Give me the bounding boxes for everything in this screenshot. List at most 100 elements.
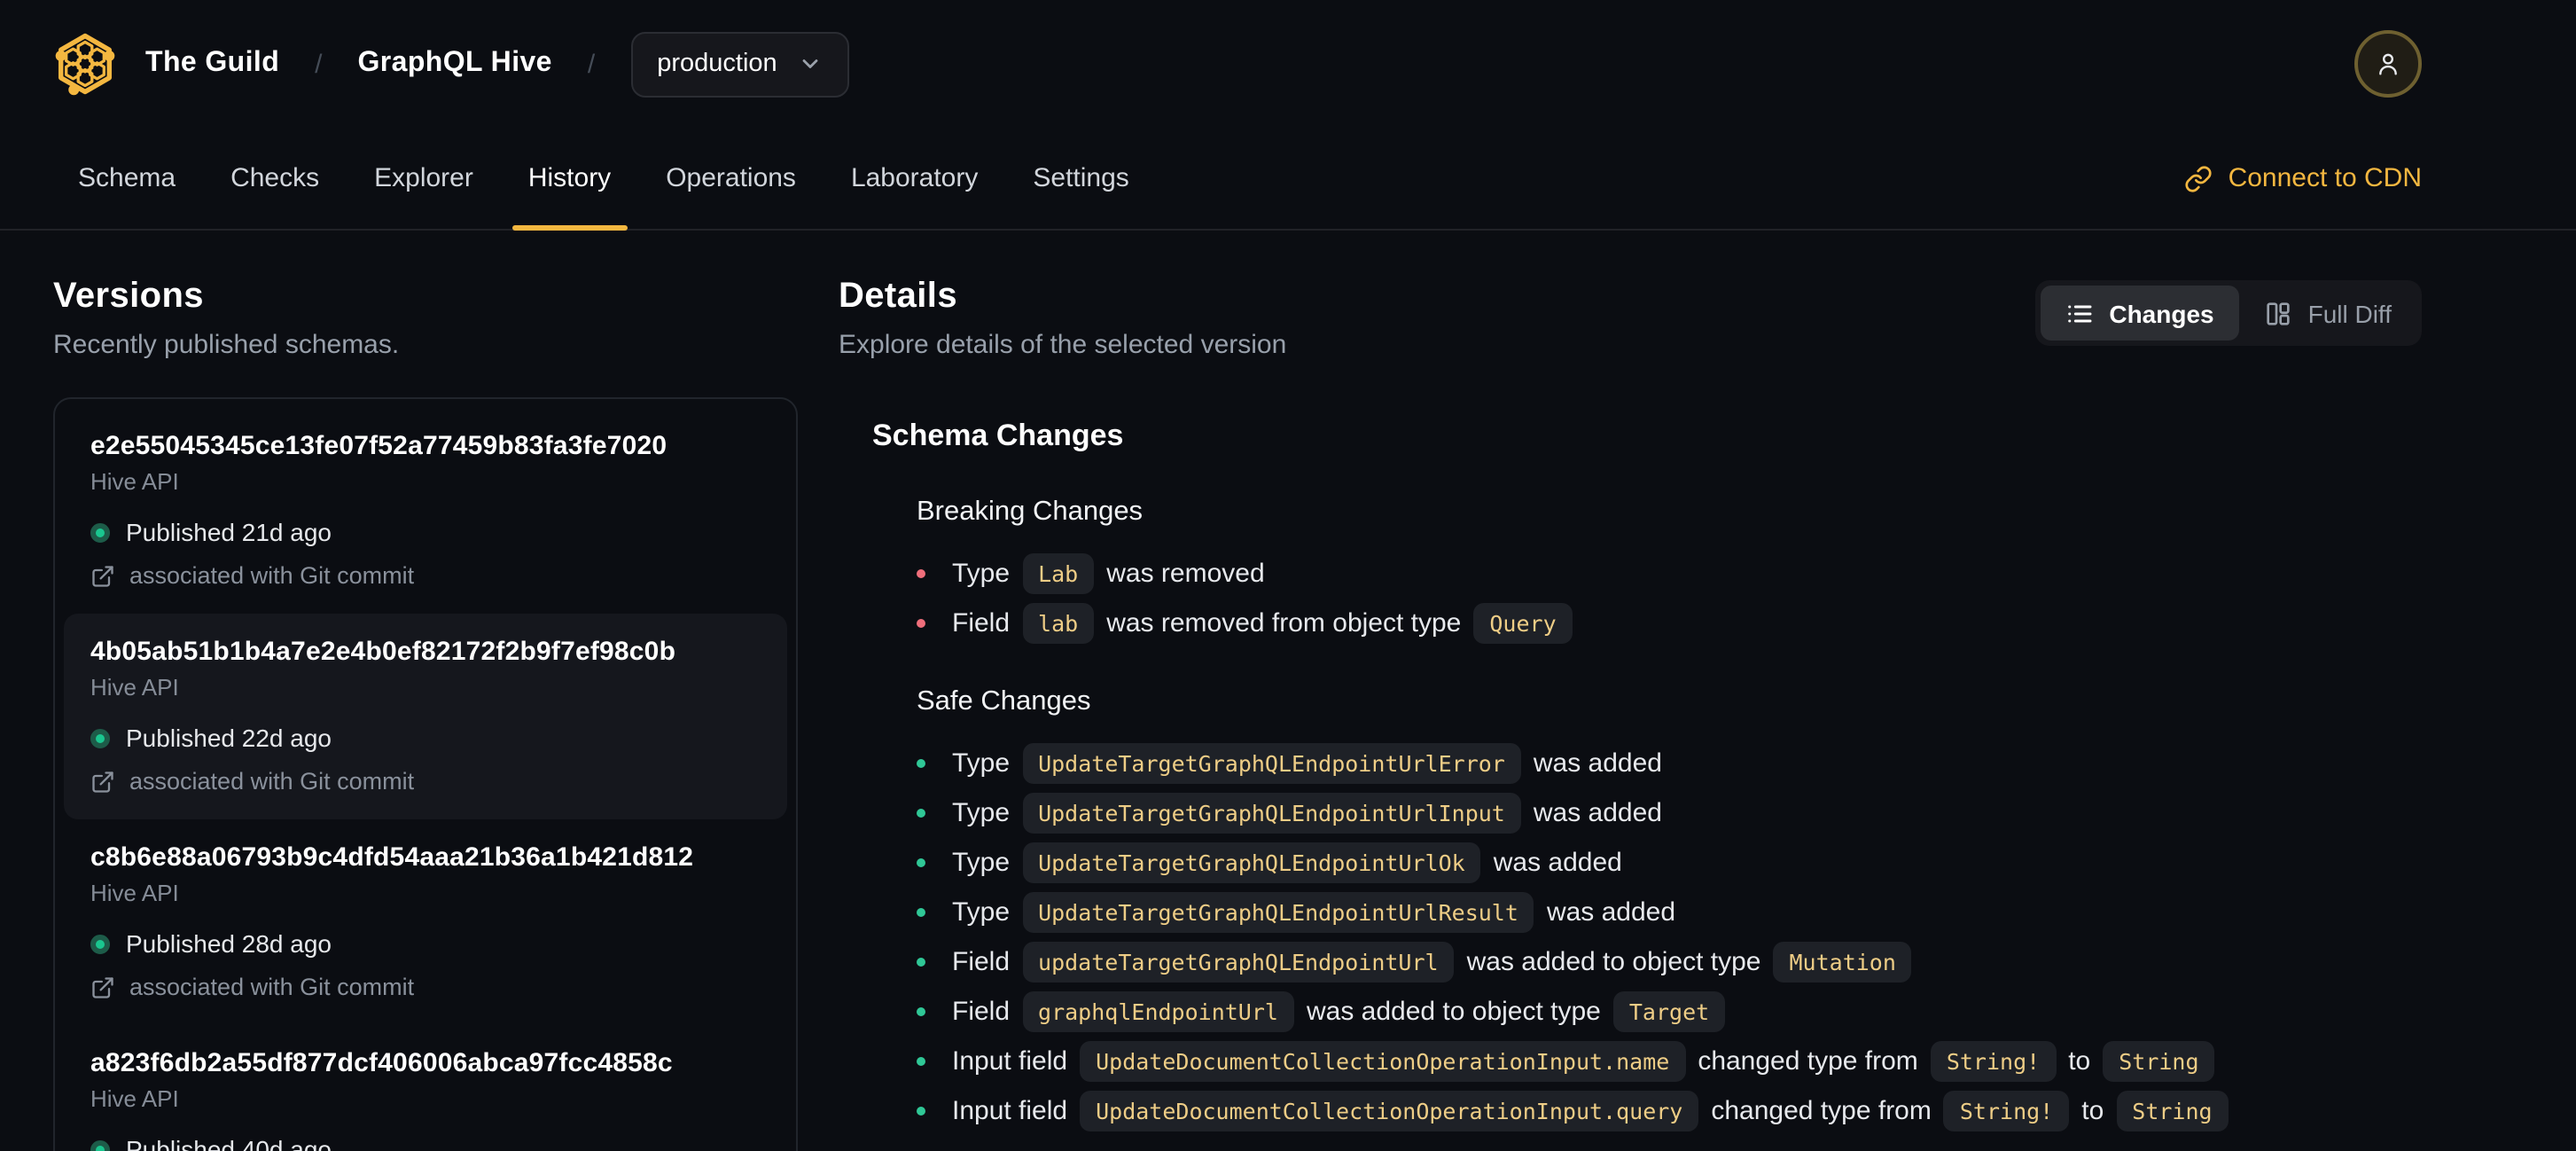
change-row: Type UpdateTargetGraphQLEndpointUrlResult… <box>917 890 2422 933</box>
status-dot <box>90 728 110 748</box>
safe-changes-title: Safe Changes <box>917 686 1091 716</box>
tab-schema[interactable]: Schema <box>62 128 191 229</box>
change-text: Input field <box>952 1045 1068 1076</box>
target-selector-value: production <box>657 50 777 78</box>
change-row: Field updateTargetGraphQLEndpointUrl was a… <box>917 940 2422 983</box>
change-bullet <box>917 1006 925 1015</box>
change-bullet <box>917 1056 925 1065</box>
version-item[interactable]: e2e55045345ce13fe07f52a77459b83fa3fe7020… <box>64 408 787 614</box>
tab-checks[interactable]: Checks <box>215 128 335 229</box>
breadcrumb-separator: / <box>587 49 596 79</box>
details-header: Details Explore details of the selected … <box>839 277 2422 360</box>
versions-subtitle: Recently published schemas. <box>53 330 400 360</box>
version-hash: e2e55045345ce13fe07f52a77459b83fa3fe7020 <box>90 431 667 461</box>
tab-operations[interactable]: Operations <box>650 128 812 229</box>
change-text: Field <box>952 996 1011 1026</box>
change-row: Type UpdateTargetGraphQLEndpointUrlInput w… <box>917 791 2422 834</box>
connect-cdn-link[interactable]: Connect to CDN <box>2184 128 2422 229</box>
change-text: was added <box>1533 748 1662 778</box>
target-selector[interactable]: production <box>630 31 850 97</box>
change-text: Input field <box>952 1095 1068 1125</box>
external-link-icon <box>90 769 115 794</box>
tab-explorer[interactable]: Explorer <box>358 128 489 229</box>
change-bullet <box>917 808 925 817</box>
tabs-container: Schema Checks Explorer History Operations Lab… <box>62 128 1145 231</box>
status-dot <box>90 522 110 542</box>
status-dot <box>90 1139 110 1151</box>
git-commit-link[interactable]: associated with Git commit <box>90 562 761 589</box>
top-header: The Guild / GraphQL Hive / production <box>0 0 2576 128</box>
change-text: Type <box>952 847 1011 877</box>
change-row: Field graphqlEndpointUrl was added to obje… <box>917 990 2422 1032</box>
code-chip: String! <box>1943 1090 2070 1131</box>
tab-laboratory[interactable]: Laboratory <box>835 128 994 229</box>
hive-logo-icon[interactable] <box>53 28 117 99</box>
user-menu-button[interactable] <box>2354 30 2422 98</box>
change-text: to <box>2068 1045 2091 1076</box>
main-content: Versions Recently published schemas. e2e… <box>0 231 2576 1151</box>
git-commit-link[interactable]: associated with Git commit <box>90 974 761 1000</box>
status-dot <box>90 934 110 953</box>
view-toggle-group: Changes Full Diff <box>2034 280 2422 346</box>
code-chip: String! <box>1930 1040 2057 1081</box>
change-text: was removed from object type <box>1106 607 1462 638</box>
version-item[interactable]: a823f6db2a55df877dcf406006abca97fcc4858c… <box>64 1025 787 1151</box>
code-chip: UpdateTargetGraphQLEndpointUrlError <box>1022 742 1521 783</box>
code-chip: String <box>2116 1090 2229 1131</box>
code-chip: UpdateTargetGraphQLEndpointUrlResult <box>1022 891 1534 932</box>
versions-panel: Versions Recently published schemas. e2e… <box>53 231 798 1151</box>
code-chip: UpdateTargetGraphQLEndpointUrlInput <box>1022 792 1521 833</box>
published-status: Published 28d ago <box>90 929 761 958</box>
versions-title: Versions <box>53 277 204 316</box>
code-chip: Mutation <box>1773 941 1912 982</box>
breaking-changes-group: Breaking Changes Type Lab was removed Field l… <box>872 497 2422 644</box>
details-panel: Details Explore details of the selected … <box>839 231 2422 1151</box>
published-text: Published 22d ago <box>126 724 332 752</box>
change-text: was added <box>1493 847 1622 877</box>
change-bullet <box>917 568 925 577</box>
version-item[interactable]: c8b6e88a06793b9c4dfd54aaa21b36a1b421d812… <box>64 819 787 1025</box>
code-chip: updateTargetGraphQLEndpointUrl <box>1022 941 1455 982</box>
details-title: Details <box>839 277 957 316</box>
changes-view-button[interactable]: Changes <box>2040 286 2239 341</box>
code-chip: UpdateDocumentCollectionOperationInput.q… <box>1080 1090 1699 1131</box>
change-text: was added <box>1533 797 1662 827</box>
full-diff-view-button[interactable]: Full Diff <box>2239 286 2416 341</box>
change-bullet <box>917 857 925 866</box>
breadcrumb-project[interactable]: GraphQL Hive <box>358 48 552 80</box>
change-row: Field lab was removed from object type Quer… <box>917 601 2422 644</box>
change-text: Type <box>952 897 1011 927</box>
breaking-changes-title: Breaking Changes <box>917 497 1144 527</box>
published-status: Published 40d ago <box>90 1135 761 1151</box>
tab-history[interactable]: History <box>511 128 627 231</box>
full-diff-view-label: Full Diff <box>2307 299 2392 327</box>
change-text: was added <box>1546 897 1676 927</box>
code-chip: UpdateDocumentCollectionOperationInput.n… <box>1080 1040 1686 1081</box>
split-panels-icon <box>2264 299 2292 327</box>
code-chip: String <box>2103 1040 2215 1081</box>
change-text: Type <box>952 748 1011 778</box>
tab-bar: Schema Checks Explorer History Operations Lab… <box>0 128 2576 231</box>
change-bullet <box>917 907 925 916</box>
change-text: Type <box>952 797 1011 827</box>
version-service: Hive API <box>90 1085 179 1112</box>
version-item[interactable]: 4b05ab51b1b4a7e2e4b0ef82172f2b9f7ef98c0b… <box>64 614 787 819</box>
schema-changes-section: Schema Changes Breaking Changes Type Lab wa… <box>839 419 2422 1131</box>
change-text: to <box>2081 1095 2104 1125</box>
git-commit-link[interactable]: associated with Git commit <box>90 768 761 795</box>
change-row: Type UpdateTargetGraphQLEndpointUrlError w… <box>917 741 2422 784</box>
code-chip: Target <box>1612 990 1726 1031</box>
tab-settings[interactable]: Settings <box>1017 128 1144 229</box>
details-subtitle: Explore details of the selected version <box>839 330 1287 360</box>
code-chip: lab <box>1022 602 1095 643</box>
change-bullet <box>917 758 925 767</box>
code-chip: Lab <box>1022 552 1095 593</box>
breadcrumb-org[interactable]: The Guild <box>145 48 279 80</box>
external-link-icon <box>90 975 115 999</box>
version-service: Hive API <box>90 880 179 906</box>
connect-cdn-label: Connect to CDN <box>2228 163 2422 193</box>
change-row: Input field UpdateDocumentCollectionOpera… <box>917 1089 2422 1131</box>
change-text: changed type from <box>1711 1095 1932 1125</box>
version-service: Hive API <box>90 674 179 701</box>
version-hash: a823f6db2a55df877dcf406006abca97fcc4858c <box>90 1048 673 1078</box>
